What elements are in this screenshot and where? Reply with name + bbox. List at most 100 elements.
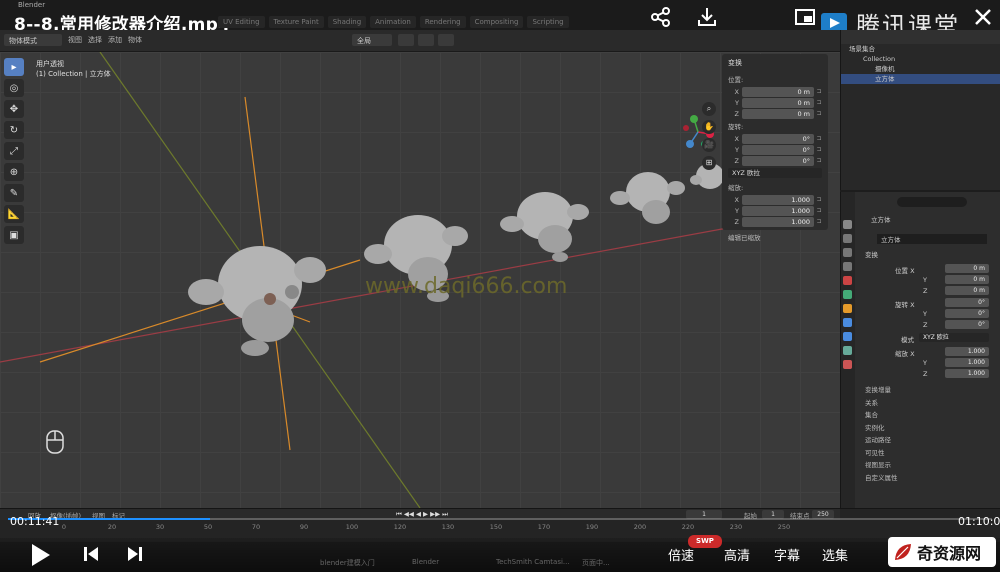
next-icon[interactable] bbox=[126, 545, 144, 567]
scene-tab-icon[interactable] bbox=[843, 276, 852, 285]
lock-icon[interactable]: ⊐ bbox=[814, 146, 824, 153]
prop-location-z[interactable]: 0 m bbox=[945, 286, 989, 295]
menu-object[interactable]: 物体 bbox=[128, 35, 142, 45]
lock-icon[interactable]: ⊐ bbox=[814, 110, 824, 117]
render-tab-icon[interactable] bbox=[843, 234, 852, 243]
subpanel-delta-transform[interactable]: 变换增量 bbox=[841, 384, 1000, 397]
cursor-tool-icon[interactable]: ◎ bbox=[4, 79, 24, 97]
previous-icon[interactable] bbox=[82, 545, 100, 567]
episodes-button[interactable]: 选集 bbox=[822, 545, 848, 564]
scale-z-field[interactable]: 1.000 bbox=[742, 216, 814, 227]
tab-shading[interactable]: Shading bbox=[327, 16, 367, 28]
view-layer-tab-icon[interactable] bbox=[843, 262, 852, 271]
lock-icon[interactable]: ⊐ bbox=[814, 135, 824, 142]
object-name-field[interactable]: 立方体 bbox=[877, 234, 987, 244]
prop-location-x[interactable]: 0 m bbox=[945, 264, 989, 273]
tab-compositing[interactable]: Compositing bbox=[469, 16, 524, 28]
menu-select[interactable]: 选择 bbox=[88, 35, 102, 45]
physics-tab-icon[interactable] bbox=[843, 332, 852, 341]
prop-rotation-z[interactable]: 0° bbox=[945, 320, 989, 329]
tab-texture-paint[interactable]: Texture Paint bbox=[268, 16, 324, 28]
lock-icon[interactable]: ⊐ bbox=[814, 157, 824, 164]
properties-search-input[interactable] bbox=[897, 197, 967, 207]
collection-row[interactable]: Collection bbox=[841, 54, 1000, 64]
lock-icon[interactable]: ⊐ bbox=[814, 218, 824, 225]
prop-scale-x[interactable]: 1.000 bbox=[945, 347, 989, 356]
taskbar-item[interactable]: 页面中... bbox=[582, 558, 610, 568]
scale-tool-icon[interactable]: ⤢ bbox=[4, 142, 24, 160]
video-progress-bar[interactable] bbox=[8, 518, 992, 520]
delta-transform-toggle[interactable]: 编辑已缩放 bbox=[722, 230, 828, 244]
prop-location-y[interactable]: 0 m bbox=[945, 275, 989, 284]
transform-panel-title[interactable]: 变换 bbox=[865, 249, 878, 259]
output-tab-icon[interactable] bbox=[843, 248, 852, 257]
tab-uv-editing[interactable]: UV Editing bbox=[218, 16, 265, 28]
rotation-x-field[interactable]: 0° bbox=[742, 133, 814, 144]
location-y-field[interactable]: 0 m bbox=[742, 97, 814, 108]
download-icon[interactable] bbox=[696, 6, 718, 33]
transform-tool-icon[interactable]: ⊕ bbox=[4, 163, 24, 181]
move-tool-icon[interactable]: ✥ bbox=[4, 100, 24, 118]
rotate-tool-icon[interactable]: ↻ bbox=[4, 121, 24, 139]
modifier-tab-icon[interactable] bbox=[843, 318, 852, 327]
mode-select[interactable]: 物体模式 bbox=[4, 34, 62, 46]
3d-viewport[interactable]: 用户透视 (1) Collection | 立方体 www.daqi666.co… bbox=[0, 52, 840, 508]
subpanel-collections[interactable]: 集合 bbox=[841, 409, 1000, 422]
object-tab-icon[interactable] bbox=[843, 304, 852, 313]
lock-icon[interactable]: ⊐ bbox=[814, 99, 824, 106]
scale-x-field[interactable]: 1.000 bbox=[742, 194, 814, 205]
subpanel-motion-paths[interactable]: 运动路径 bbox=[841, 434, 1000, 447]
prop-scale-z[interactable]: 1.000 bbox=[945, 369, 989, 378]
rotation-y-field[interactable]: 0° bbox=[742, 144, 814, 155]
subtitle-button[interactable]: 字幕 bbox=[774, 545, 800, 564]
picture-in-picture-icon[interactable] bbox=[794, 6, 816, 33]
ortho-grid-icon[interactable]: ⊞ bbox=[702, 156, 716, 170]
add-cube-tool-icon[interactable]: ▣ bbox=[4, 226, 24, 244]
prop-scale-y[interactable]: 1.000 bbox=[945, 358, 989, 367]
subpanel-visibility[interactable]: 可见性 bbox=[841, 447, 1000, 460]
select-box-tool-icon[interactable]: ▸ bbox=[4, 58, 24, 76]
quality-button[interactable]: 高清 bbox=[724, 545, 750, 564]
camera-row[interactable]: 摄像机 bbox=[841, 64, 1000, 74]
tab-rendering[interactable]: Rendering bbox=[419, 16, 466, 28]
proportional-icon[interactable] bbox=[438, 34, 454, 46]
lock-icon[interactable]: ⊐ bbox=[814, 196, 824, 203]
subpanel-instancing[interactable]: 实例化 bbox=[841, 422, 1000, 435]
pivot-icon[interactable] bbox=[398, 34, 414, 46]
menu-view[interactable]: 视图 bbox=[68, 35, 82, 45]
taskbar-item[interactable]: Blender bbox=[412, 558, 439, 566]
prop-rotation-y[interactable]: 0° bbox=[945, 309, 989, 318]
snap-icon[interactable] bbox=[418, 34, 434, 46]
location-z-field[interactable]: 0 m bbox=[742, 108, 814, 119]
play-icon[interactable] bbox=[30, 542, 52, 572]
scene-collection-row[interactable]: 场景集合 bbox=[841, 44, 1000, 54]
share-icon[interactable] bbox=[650, 6, 672, 33]
pan-hand-icon[interactable]: ✋ bbox=[702, 120, 716, 134]
tab-animation[interactable]: Animation bbox=[370, 16, 416, 28]
menu-add[interactable]: 添加 bbox=[108, 35, 122, 45]
tab-scripting[interactable]: Scripting bbox=[527, 16, 569, 28]
world-tab-icon[interactable] bbox=[843, 290, 852, 299]
constraint-tab-icon[interactable] bbox=[843, 346, 852, 355]
orientation-select[interactable]: 全局 bbox=[352, 34, 392, 46]
subpanel-custom-properties[interactable]: 自定义属性 bbox=[841, 472, 1000, 485]
lock-icon[interactable]: ⊐ bbox=[814, 207, 824, 214]
taskbar-item[interactable]: TechSmith Camtasi... bbox=[496, 558, 570, 566]
cube-row[interactable]: 立方体 bbox=[841, 74, 1000, 84]
subpanel-relations[interactable]: 关系 bbox=[841, 397, 1000, 410]
prop-rotation-x[interactable]: 0° bbox=[945, 298, 989, 307]
lock-icon[interactable]: ⊐ bbox=[814, 88, 824, 95]
annotate-tool-icon[interactable]: ✎ bbox=[4, 184, 24, 202]
camera-view-icon[interactable]: 🎥 bbox=[702, 138, 716, 152]
rotation-mode-select[interactable]: XYZ 欧拉 bbox=[728, 168, 822, 178]
speed-button[interactable]: 倍速 bbox=[668, 545, 694, 564]
location-x-field[interactable]: 0 m bbox=[742, 86, 814, 97]
taskbar-item[interactable]: blender建模入门 bbox=[320, 558, 375, 568]
rotation-z-field[interactable]: 0° bbox=[742, 155, 814, 166]
zoom-icon[interactable]: ⌕ bbox=[702, 102, 716, 116]
scale-y-field[interactable]: 1.000 bbox=[742, 205, 814, 216]
prop-rotation-mode[interactable]: XYZ 欧拉 bbox=[919, 333, 989, 342]
tool-tab-icon[interactable] bbox=[843, 220, 852, 229]
measure-tool-icon[interactable]: 📐 bbox=[4, 205, 24, 223]
material-tab-icon[interactable] bbox=[843, 360, 852, 369]
